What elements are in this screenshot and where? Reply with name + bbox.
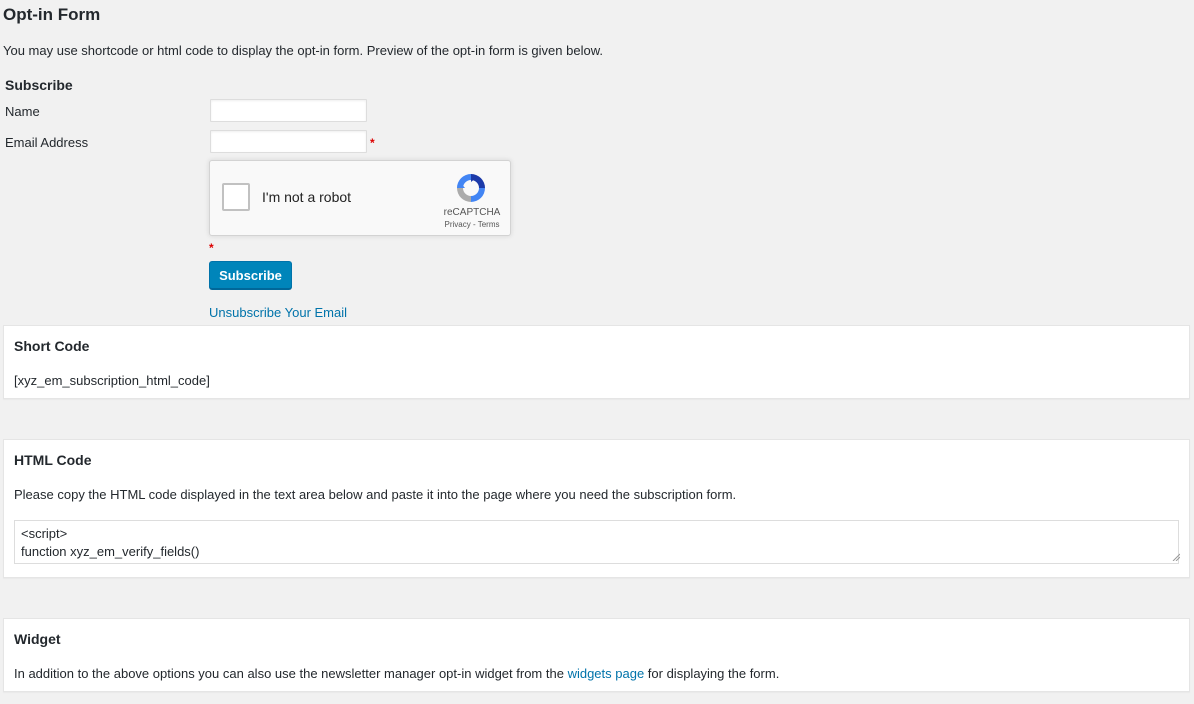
- intro-text: You may use shortcode or html code to di…: [3, 43, 603, 58]
- shortcode-heading: Short Code: [14, 338, 90, 354]
- widget-text-before: In addition to the above options you can…: [14, 666, 568, 681]
- recaptcha-widget: I'm not a robot reCAPTCHA Privacy - Term…: [209, 160, 511, 236]
- html-code-heading: HTML Code: [14, 452, 92, 468]
- email-label: Email Address: [5, 135, 89, 150]
- captcha-required-mark: *: [209, 241, 214, 255]
- widget-card: Widget In addition to the above options …: [3, 618, 1190, 692]
- recaptcha-brand: reCAPTCHA: [443, 207, 501, 218]
- widget-text: In addition to the above options you can…: [14, 666, 779, 681]
- page-title: Opt-in Form: [3, 5, 101, 24]
- shortcode-text: [xyz_em_subscription_html_code]: [14, 373, 210, 388]
- subscribe-button[interactable]: Subscribe: [209, 261, 292, 289]
- name-label: Name: [5, 104, 40, 119]
- unsubscribe-link[interactable]: Unsubscribe Your Email: [209, 305, 347, 320]
- recaptcha-logo-icon: [457, 174, 485, 202]
- recaptcha-checkbox[interactable]: [222, 183, 250, 211]
- widget-text-after: for displaying the form.: [644, 666, 780, 681]
- email-input[interactable]: [210, 130, 367, 153]
- widgets-page-link[interactable]: widgets page: [568, 666, 645, 681]
- widget-heading: Widget: [14, 631, 61, 647]
- name-input[interactable]: [210, 99, 367, 122]
- recaptcha-privacy-terms[interactable]: Privacy - Terms: [432, 220, 512, 229]
- recaptcha-label: I'm not a robot: [262, 189, 352, 205]
- html-code-card: HTML Code Please copy the HTML code disp…: [3, 439, 1190, 578]
- resize-grip-icon[interactable]: [1172, 553, 1180, 561]
- email-required-mark: *: [370, 136, 375, 150]
- html-code-textarea[interactable]: <script> function xyz_em_verify_fields(): [14, 520, 1179, 564]
- shortcode-card: Short Code [xyz_em_subscription_html_cod…: [3, 325, 1190, 399]
- form-heading: Subscribe: [5, 77, 73, 93]
- html-code-description: Please copy the HTML code displayed in t…: [14, 487, 737, 502]
